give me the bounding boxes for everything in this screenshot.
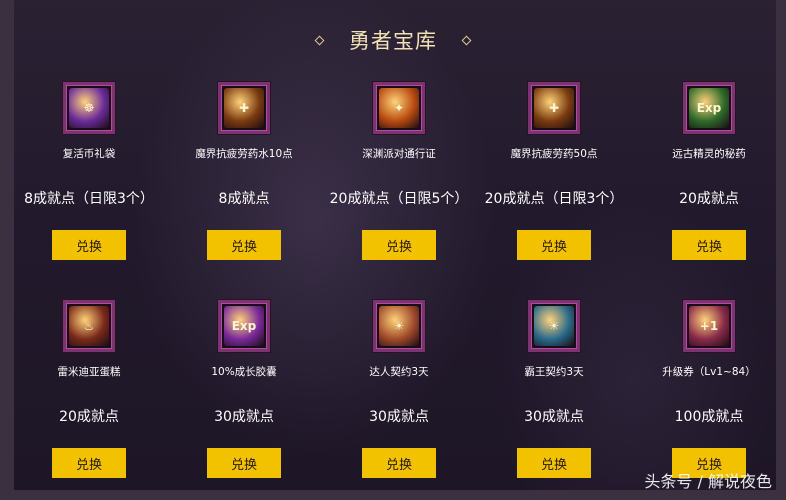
exchange-button[interactable]: 兑换 — [207, 448, 281, 478]
item-icon-frame: Exp — [218, 300, 270, 352]
item-icon-frame: ✚ — [218, 82, 270, 134]
level-ticket-icon: +1 — [689, 306, 729, 346]
item-card: Exp 10%成长胶囊 30成就点兑换 — [169, 300, 319, 500]
item-cost: 30成就点 — [524, 409, 584, 425]
item-icon-frame: ✦ — [373, 82, 425, 134]
item-cost: 30成就点 — [369, 409, 429, 425]
watermark: 头条号 / 解说夜色 — [644, 472, 772, 491]
item-cost: 20成就点（日限3个） — [484, 191, 624, 207]
exchange-button[interactable]: 兑换 — [672, 230, 746, 260]
exp-capsule-icon: Exp — [224, 306, 264, 346]
item-icon-frame: ♨ — [63, 300, 115, 352]
exchange-button[interactable]: 兑换 — [207, 230, 281, 260]
exp-potion-icon: Exp — [689, 88, 729, 128]
item-name: 升级券（Lv1~84） — [662, 366, 756, 378]
item-name: 雷米迪亚蛋糕 — [57, 366, 121, 378]
item-icon-frame: ☀ — [373, 300, 425, 352]
item-name: 10%成长胶囊 — [211, 366, 277, 378]
item-name: 深渊派对通行证 — [362, 148, 436, 160]
item-card: ☀ 达人契约3天 30成就点兑换 — [324, 300, 474, 500]
gift-bag-icon: ☸ — [69, 88, 109, 128]
item-icon-frame: +1 — [683, 300, 735, 352]
exchange-button[interactable]: 兑换 — [517, 448, 591, 478]
item-icon-frame: ☀ — [528, 300, 580, 352]
item-name: 复活币礼袋 — [62, 148, 116, 160]
item-name: 魔界抗疲劳药水10点 — [195, 148, 293, 160]
exchange-button[interactable]: 兑换 — [52, 230, 126, 260]
item-cost: 20成就点 — [59, 409, 119, 425]
item-card: ✦ 深渊派对通行证 20成就点（日限5个） 兑换 — [324, 82, 474, 282]
item-cost: 20成就点 — [679, 191, 739, 207]
item-card: ☀ 霸王契约3天 30成就点兑换 — [479, 300, 629, 500]
item-cost: 20成就点（日限5个） — [329, 191, 469, 207]
item-name: 魔界抗疲劳药50点 — [510, 148, 598, 160]
item-icon-frame: Exp — [683, 82, 735, 134]
item-card: ☸ 复活币礼袋 8成就点（日限3个） 兑换 — [14, 82, 164, 282]
contract-icon: ☀ — [379, 306, 419, 346]
item-icon-frame: ✚ — [528, 82, 580, 134]
item-cost: 8成就点 — [218, 191, 270, 207]
item-icon-frame: ☸ — [63, 82, 115, 134]
item-cost: 100成就点 — [674, 409, 744, 425]
exchange-button[interactable]: 兑换 — [517, 230, 591, 260]
item-card: Exp 远古精灵的秘药 20成就点兑换 — [634, 82, 784, 282]
item-name: 霸王契约3天 — [524, 366, 584, 378]
item-name: 远古精灵的秘药 — [672, 148, 746, 160]
item-card: ✚ 魔界抗疲劳药水10点 8成就点兑换 — [169, 82, 319, 282]
exchange-button[interactable]: 兑换 — [52, 448, 126, 478]
item-cost: 8成就点（日限3个） — [24, 191, 154, 207]
pass-icon: ✦ — [379, 88, 419, 128]
item-cost: 30成就点 — [214, 409, 274, 425]
item-name: 达人契约3天 — [369, 366, 429, 378]
potion-icon: ✚ — [224, 88, 264, 128]
exchange-button[interactable]: 兑换 — [362, 448, 436, 478]
potion-icon: ✚ — [534, 88, 574, 128]
item-card: ♨ 雷米迪亚蛋糕 20成就点兑换 — [14, 300, 164, 500]
exchange-button[interactable]: 兑换 — [362, 230, 436, 260]
cake-icon: ♨ — [69, 306, 109, 346]
contract-icon: ☀ — [534, 306, 574, 346]
item-card: ✚ 魔界抗疲劳药50点 20成就点（日限3个） 兑换 — [479, 82, 629, 282]
item-grid: ☸ 复活币礼袋 8成就点（日限3个） 兑换 ✚ 魔界抗疲劳药水10点 8成就点兑换 ✦ 深渊派对… — [0, 0, 786, 500]
